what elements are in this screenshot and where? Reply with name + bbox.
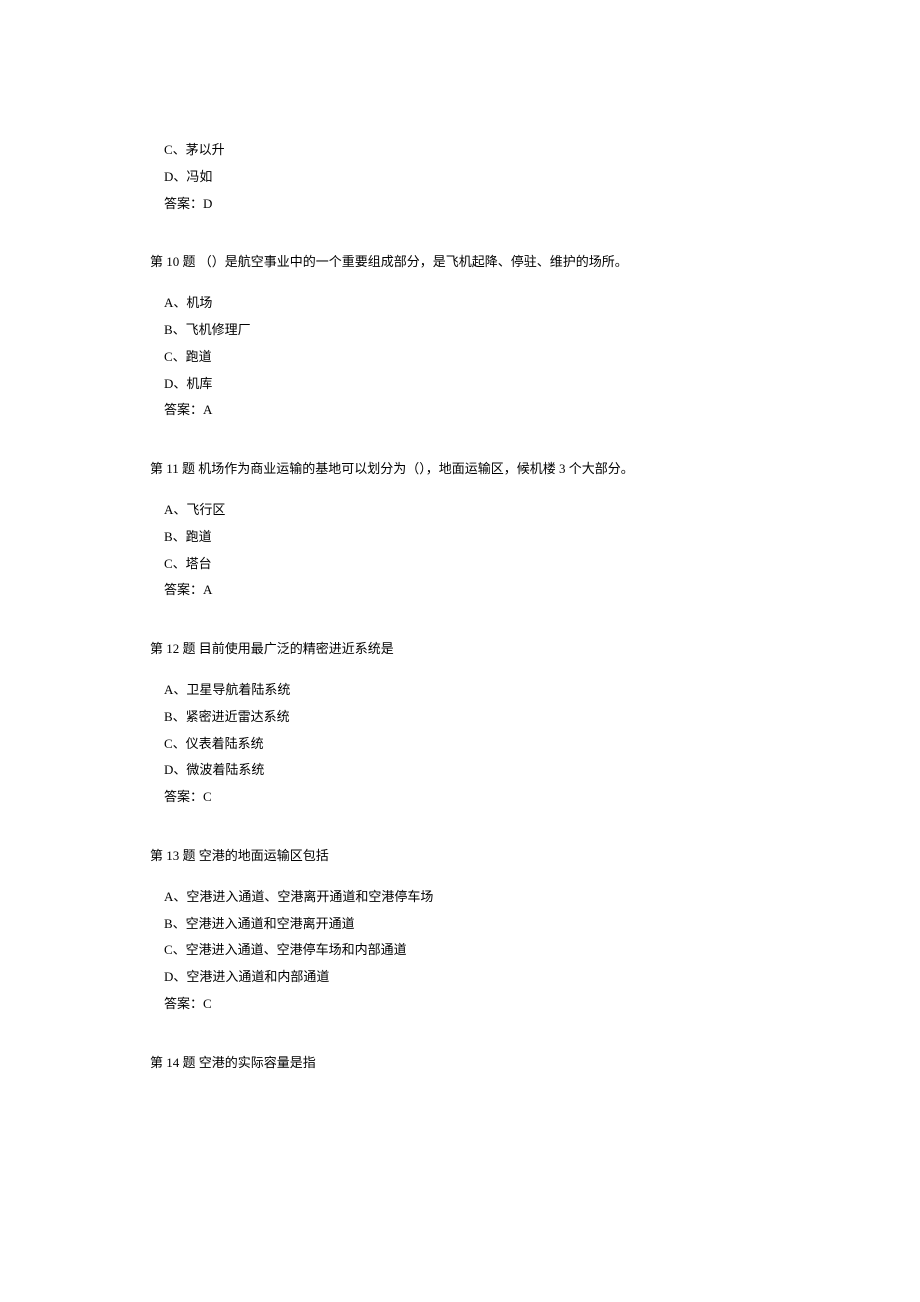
option-b: B、空港进入通道和空港离开通道	[164, 914, 770, 935]
option-b: B、飞机修理厂	[164, 320, 770, 341]
option-d: D、空港进入通道和内部通道	[164, 967, 770, 988]
question-title: 第 10 题 （）是航空事业中的一个重要组成部分，是飞机起降、停驻、维护的场所。	[150, 252, 770, 273]
question-11: 第 11 题 机场作为商业运输的基地可以划分为（），地面运输区，候机楼 3 个大…	[150, 459, 770, 601]
option-c: C、跑道	[164, 347, 770, 368]
answer-text: 答案：C	[164, 787, 770, 808]
option-b: B、跑道	[164, 527, 770, 548]
option-a: A、卫星导航着陆系统	[164, 680, 770, 701]
option-a: A、机场	[164, 293, 770, 314]
question-title: 第 14 题 空港的实际容量是指	[150, 1053, 770, 1074]
question-12: 第 12 题 目前使用最广泛的精密进近系统是 A、卫星导航着陆系统 B、紧密进近…	[150, 639, 770, 808]
option-a: A、飞行区	[164, 500, 770, 521]
answer-text: 答案：A	[164, 580, 770, 601]
option-c: C、仪表着陆系统	[164, 734, 770, 755]
answer-text: 答案：D	[164, 194, 770, 215]
option-c: C、塔台	[164, 554, 770, 575]
option-b: B、紧密进近雷达系统	[164, 707, 770, 728]
answer-text: 答案：A	[164, 400, 770, 421]
option-a: A、空港进入通道、空港离开通道和空港停车场	[164, 887, 770, 908]
question-title: 第 13 题 空港的地面运输区包括	[150, 846, 770, 867]
question-title: 第 11 题 机场作为商业运输的基地可以划分为（），地面运输区，候机楼 3 个大…	[150, 459, 770, 480]
option-d: D、机库	[164, 374, 770, 395]
question-13: 第 13 题 空港的地面运输区包括 A、空港进入通道、空港离开通道和空港停车场 …	[150, 846, 770, 1015]
option-c: C、茅以升	[164, 140, 770, 161]
question-10: 第 10 题 （）是航空事业中的一个重要组成部分，是飞机起降、停驻、维护的场所。…	[150, 252, 770, 421]
question-9-remaining: C、茅以升 D、冯如 答案：D	[150, 140, 770, 214]
question-14: 第 14 题 空港的实际容量是指	[150, 1053, 770, 1074]
document-page: C、茅以升 D、冯如 答案：D 第 10 题 （）是航空事业中的一个重要组成部分…	[0, 0, 920, 1154]
question-title: 第 12 题 目前使用最广泛的精密进近系统是	[150, 639, 770, 660]
option-d: D、微波着陆系统	[164, 760, 770, 781]
option-c: C、空港进入通道、空港停车场和内部通道	[164, 940, 770, 961]
answer-text: 答案：C	[164, 994, 770, 1015]
option-d: D、冯如	[164, 167, 770, 188]
